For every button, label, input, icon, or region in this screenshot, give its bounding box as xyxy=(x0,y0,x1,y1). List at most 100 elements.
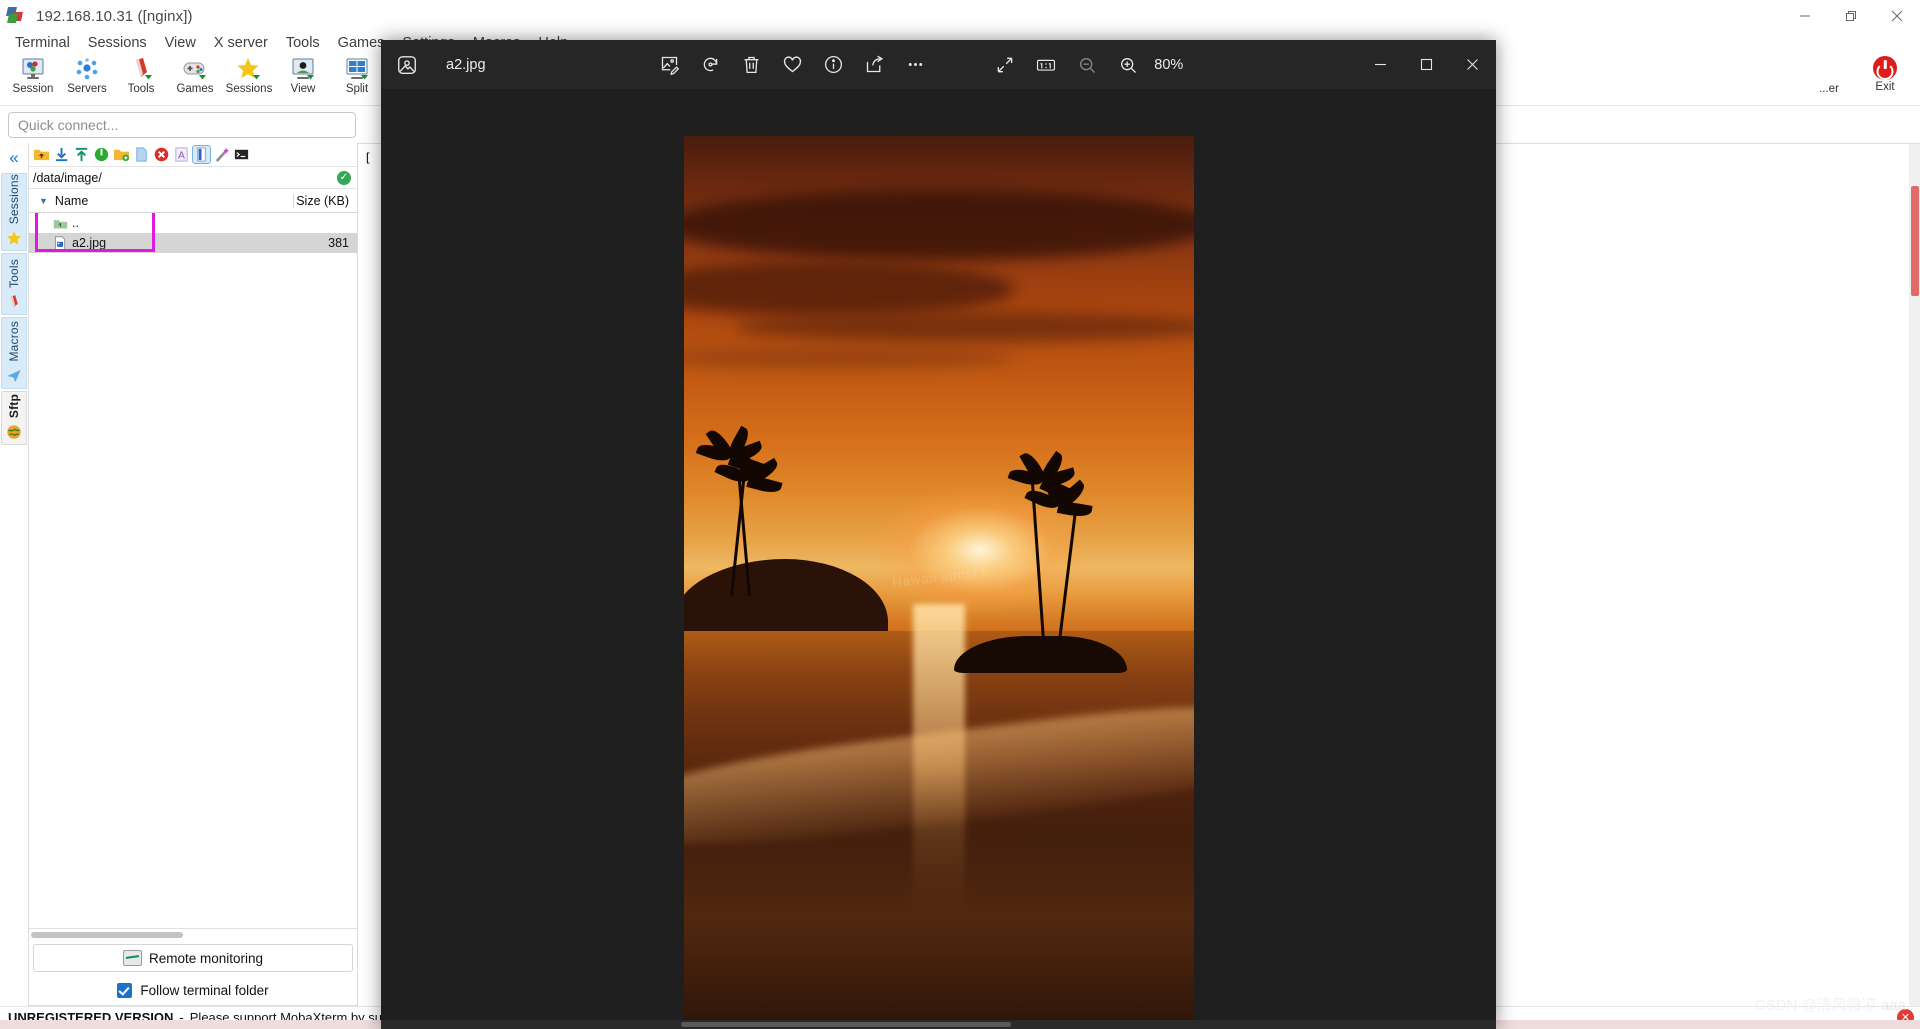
share-icon[interactable] xyxy=(854,45,895,85)
sidebar-item-sftp[interactable]: Sftp xyxy=(1,391,27,445)
photo-cloud xyxy=(734,311,1194,342)
terminal-icon[interactable] xyxy=(233,146,250,163)
sidebar-item-macros[interactable]: Macros xyxy=(1,317,27,389)
chevron-double-left-icon[interactable]: « xyxy=(9,149,18,167)
zoom-in-icon[interactable] xyxy=(1107,45,1148,85)
viewer-minimize-button[interactable] xyxy=(1358,40,1404,89)
photo-palm-left xyxy=(695,425,783,597)
restore-button[interactable] xyxy=(1828,0,1874,32)
viewer-hscrollbar[interactable] xyxy=(381,1020,1496,1029)
toolbar-view[interactable]: View xyxy=(276,54,330,95)
knife-icon xyxy=(6,294,22,310)
viewer-titlebar: a2.jpg 80% xyxy=(381,40,1496,89)
connection-ok-icon: ✓ xyxy=(337,170,351,185)
toolbar-exit-label: Exit xyxy=(1875,81,1895,93)
sidebar-item-macros-label: Macros xyxy=(7,321,21,362)
scrollbar-thumb[interactable] xyxy=(1911,186,1919,296)
scrollbar-thumb[interactable] xyxy=(681,1022,1011,1027)
photo-cloud xyxy=(683,190,1194,260)
file-list: .. a2.jpg 381 xyxy=(29,213,357,928)
toolbar-sessions[interactable]: Sessions xyxy=(222,54,276,95)
list-item[interactable]: .. xyxy=(29,213,357,233)
close-button[interactable] xyxy=(1874,0,1920,32)
new-folder-icon[interactable] xyxy=(113,146,130,163)
remote-monitoring-label: Remote monitoring xyxy=(148,950,264,966)
mobaxterm-icon xyxy=(6,6,27,26)
fullscreen-icon[interactable] xyxy=(984,45,1025,85)
menu-terminal[interactable]: Terminal xyxy=(6,32,79,54)
sftp-panel: A /data/image/ ✓ ▼ Name Size (KB) .. a2.… xyxy=(28,143,358,1006)
viewer-view-controls: 80% xyxy=(984,45,1194,85)
toolbar-exit[interactable]: Exit xyxy=(1856,54,1914,95)
scrollbar-thumb[interactable] xyxy=(31,932,183,938)
session-icon xyxy=(20,56,46,82)
menu-tools[interactable]: Tools xyxy=(277,32,329,54)
delete-icon[interactable] xyxy=(153,146,170,163)
sftp-path-bar[interactable]: /data/image/ ✓ xyxy=(29,167,357,189)
window-title: 192.168.10.31 ([nginx]) xyxy=(36,7,193,25)
viewer-close-button[interactable] xyxy=(1450,40,1496,89)
text-mode-icon[interactable]: A xyxy=(173,146,190,163)
photos-viewer-window: a2.jpg 80% Hawaii sunset xyxy=(381,40,1496,1029)
file-list-header: ▼ Name Size (KB) xyxy=(29,189,357,213)
follow-terminal-folder-label: Follow terminal folder xyxy=(140,982,269,998)
folder-up-icon[interactable] xyxy=(33,146,50,163)
sidebar-item-sessions[interactable]: Sessions xyxy=(1,173,27,251)
list-item[interactable]: a2.jpg 381 xyxy=(29,233,357,253)
toolbar-split-label: Split xyxy=(345,83,369,95)
toolbar-split[interactable]: Split xyxy=(330,54,384,95)
toolbar-tools[interactable]: Tools xyxy=(114,54,168,95)
minimize-button[interactable] xyxy=(1782,0,1828,32)
zoom-out-icon[interactable] xyxy=(1066,45,1107,85)
rotate-icon[interactable] xyxy=(690,45,731,85)
binary-mode-icon[interactable] xyxy=(192,145,211,164)
sort-descending-icon[interactable]: ▼ xyxy=(29,196,55,206)
menu-xserver[interactable]: X server xyxy=(205,32,277,54)
viewer-filename: a2.jpg xyxy=(446,56,486,73)
file-list-hscrollbar[interactable] xyxy=(29,928,357,940)
plane-icon xyxy=(6,368,22,384)
refresh-icon[interactable] xyxy=(93,146,110,163)
toolbar-servers[interactable]: Servers xyxy=(60,54,114,95)
delete-icon[interactable] xyxy=(731,45,772,85)
view-icon xyxy=(290,56,316,82)
window-controls xyxy=(1782,0,1920,32)
more-icon[interactable] xyxy=(895,45,936,85)
photo-palm-island xyxy=(1007,449,1094,642)
menu-view[interactable]: View xyxy=(156,32,205,54)
viewer-maximize-button[interactable] xyxy=(1404,40,1450,89)
sftp-path-text: /data/image/ xyxy=(33,170,102,185)
edit-image-icon[interactable] xyxy=(649,45,690,85)
toolbar-tools-label: Tools xyxy=(127,83,155,95)
file-name: a2.jpg xyxy=(72,236,107,250)
remote-monitoring-button[interactable]: Remote monitoring xyxy=(33,944,353,972)
column-header-size[interactable]: Size (KB) xyxy=(293,193,357,208)
actual-size-icon[interactable] xyxy=(1025,45,1066,85)
column-header-name[interactable]: Name xyxy=(55,194,293,208)
favorite-icon[interactable] xyxy=(772,45,813,85)
toolbar-xserver[interactable]: ...er xyxy=(1802,54,1856,95)
new-file-icon[interactable] xyxy=(133,146,150,163)
file-size: 381 xyxy=(328,236,349,250)
tools-icon xyxy=(128,56,154,82)
toolbar-session[interactable]: Session xyxy=(6,54,60,95)
sidebar-item-sessions-label: Sessions xyxy=(7,173,21,224)
download-icon[interactable] xyxy=(53,146,70,163)
quick-edit-icon[interactable] xyxy=(213,146,230,163)
viewer-canvas[interactable]: Hawaii sunset xyxy=(381,89,1496,1020)
info-icon[interactable] xyxy=(813,45,854,85)
follow-terminal-folder-row[interactable]: Follow terminal folder xyxy=(29,975,357,1005)
follow-terminal-folder-checkbox[interactable] xyxy=(117,982,133,998)
viewer-toolbar xyxy=(649,45,936,85)
quick-connect-input[interactable]: Quick connect... xyxy=(8,112,356,138)
sidebar-item-sftp-label: Sftp xyxy=(7,393,21,418)
image-file-icon xyxy=(53,235,68,251)
terminal-scrollbar[interactable] xyxy=(1909,144,1920,1006)
upload-icon[interactable] xyxy=(73,146,90,163)
photos-app-icon xyxy=(381,54,433,76)
toolbar-view-label: View xyxy=(290,83,316,95)
zoom-level-label: 80% xyxy=(1154,56,1184,73)
toolbar-games[interactable]: Games xyxy=(168,54,222,95)
menu-sessions[interactable]: Sessions xyxy=(79,32,156,54)
sidebar-item-tools[interactable]: Tools xyxy=(1,253,27,315)
